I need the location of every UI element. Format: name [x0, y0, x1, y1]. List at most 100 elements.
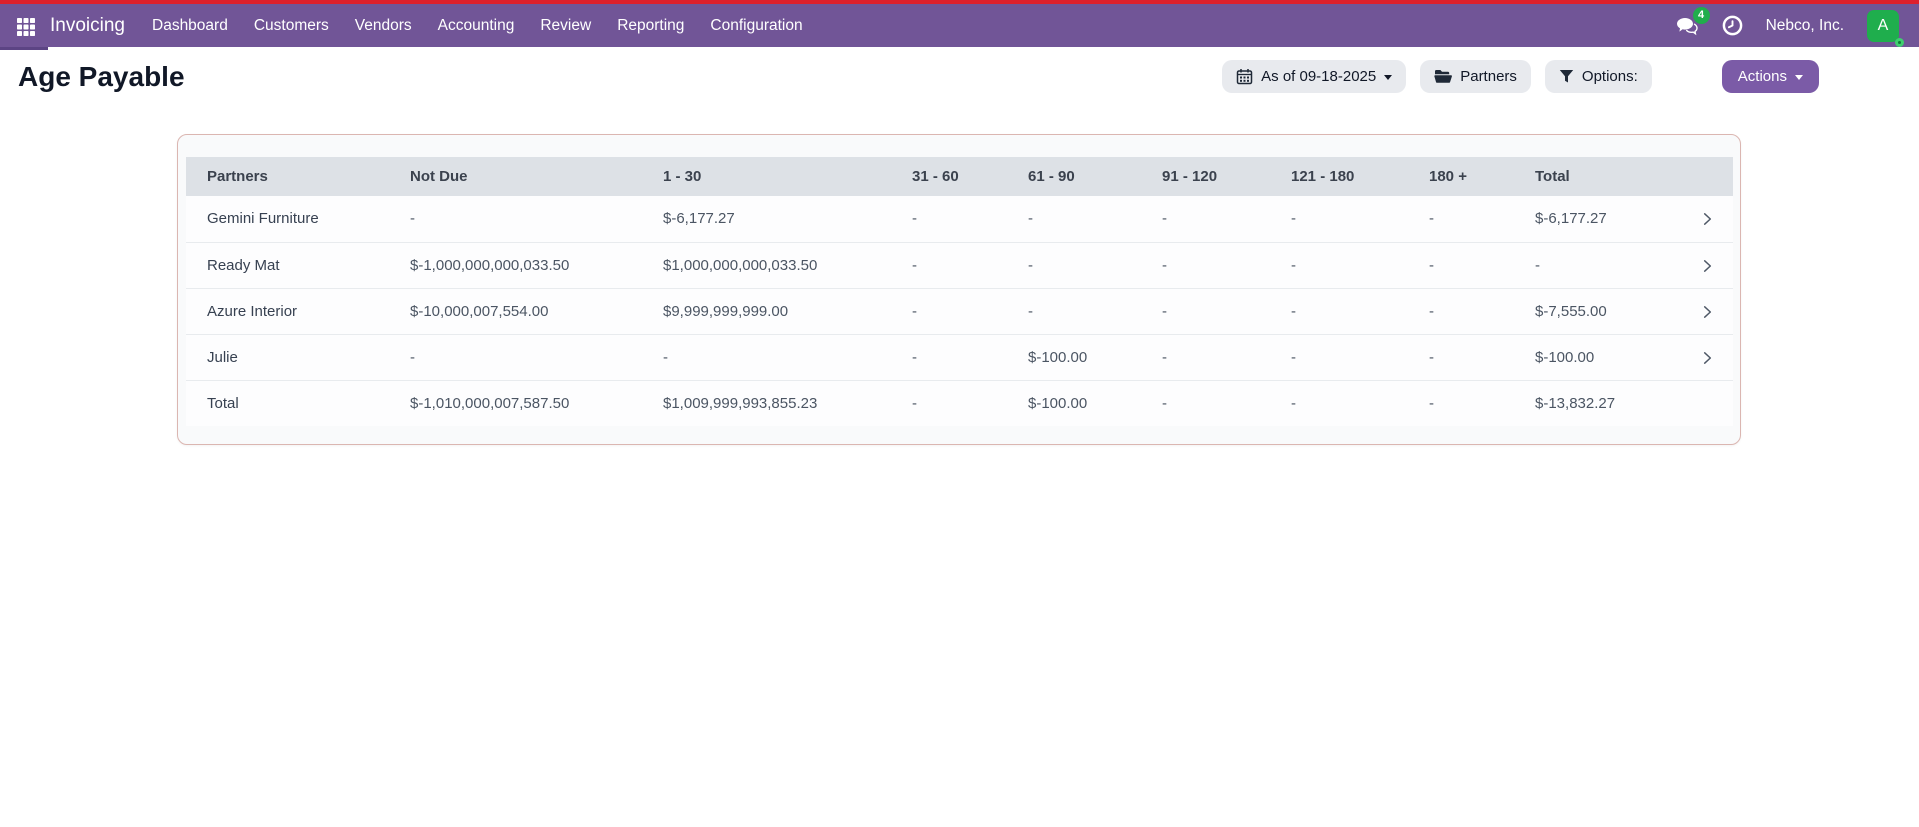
- navbar-right: 4 Nebco, Inc. A: [1675, 10, 1903, 42]
- page-content: Age Payable As of 09-18-2025: [0, 47, 1919, 445]
- chevron-right-icon[interactable]: [1700, 258, 1715, 274]
- nav-item-vendors[interactable]: Vendors: [342, 17, 425, 35]
- amount-cell: $-7,555.00: [1535, 288, 1700, 334]
- amount-cell: -: [912, 380, 1028, 426]
- row-expand-cell[interactable]: [1700, 196, 1733, 242]
- actions-button[interactable]: Actions: [1722, 60, 1819, 93]
- folder-icon: [1434, 69, 1452, 84]
- aged-payable-table-body: Gemini Furniture-$-6,177.27-----$-6,177.…: [186, 196, 1733, 426]
- partners-filter-button[interactable]: Partners: [1420, 60, 1531, 93]
- amount-cell: -: [912, 242, 1028, 288]
- amount-cell: $-100.00: [1535, 334, 1700, 380]
- caret-down-icon: [1795, 75, 1803, 80]
- table-row[interactable]: Ready Mat$-1,000,000,000,033.50$1,000,00…: [186, 242, 1733, 288]
- table-row[interactable]: Gemini Furniture-$-6,177.27-----$-6,177.…: [186, 196, 1733, 242]
- column-header-partners: Partners: [186, 157, 410, 196]
- activities-button[interactable]: [1722, 15, 1743, 36]
- user-avatar[interactable]: A: [1867, 10, 1899, 42]
- amount-cell: $-13,832.27: [1535, 380, 1700, 426]
- amount-cell: -: [410, 196, 663, 242]
- row-expand-cell[interactable]: [1700, 334, 1733, 380]
- row-expand-cell-empty: [1700, 380, 1733, 426]
- table-row[interactable]: Azure Interior$-10,000,007,554.00$9,999,…: [186, 288, 1733, 334]
- column-header-121-180: 121 - 180: [1291, 157, 1429, 196]
- apps-menu-button[interactable]: [16, 15, 40, 37]
- amount-cell: -: [1162, 196, 1291, 242]
- amount-cell: $-100.00: [1028, 380, 1162, 426]
- amount-cell: -: [1535, 242, 1700, 288]
- date-filter-label: As of 09-18-2025: [1261, 68, 1376, 85]
- amount-cell: -: [1291, 288, 1429, 334]
- amount-cell: $-1,000,000,000,033.50: [410, 242, 663, 288]
- table-row[interactable]: Julie---$-100.00---$-100.00: [186, 334, 1733, 380]
- aged-payable-table: Partners Not Due 1 - 30 31 - 60 61 - 90 …: [186, 157, 1733, 426]
- column-header-1-30: 1 - 30: [663, 157, 912, 196]
- table-row-total: Total$-1,010,000,007,587.50$1,009,999,99…: [186, 380, 1733, 426]
- options-button[interactable]: Options:: [1545, 60, 1652, 93]
- column-header-61-90: 61 - 90: [1028, 157, 1162, 196]
- column-header-180-plus: 180 +: [1429, 157, 1535, 196]
- messages-button[interactable]: 4: [1675, 16, 1699, 36]
- amount-cell: -: [1429, 380, 1535, 426]
- apps-grid-icon: [16, 17, 36, 37]
- nav-item-dashboard[interactable]: Dashboard: [139, 17, 241, 35]
- nav-item-customers[interactable]: Customers: [241, 17, 342, 35]
- amount-cell: -: [1291, 242, 1429, 288]
- chevron-right-icon[interactable]: [1700, 304, 1715, 320]
- column-header-31-60: 31 - 60: [912, 157, 1028, 196]
- amount-cell: $9,999,999,999.00: [663, 288, 912, 334]
- amount-cell: -: [912, 334, 1028, 380]
- report-controls: As of 09-18-2025 Partners Options:: [1222, 60, 1819, 93]
- amount-cell: -: [1162, 288, 1291, 334]
- app-name[interactable]: Invoicing: [50, 15, 125, 37]
- amount-cell: -: [1429, 196, 1535, 242]
- amount-cell: -: [1028, 196, 1162, 242]
- caret-down-icon: [1384, 75, 1392, 80]
- partner-name-cell: Total: [186, 380, 410, 426]
- partners-filter-label: Partners: [1460, 68, 1517, 85]
- navbar-left: Invoicing Dashboard Customers Vendors Ac…: [16, 15, 816, 37]
- amount-cell: -: [410, 334, 663, 380]
- nav-item-reporting[interactable]: Reporting: [604, 17, 697, 35]
- navbar-active-indicator: [0, 47, 48, 50]
- amount-cell: -: [1028, 242, 1162, 288]
- chevron-right-icon[interactable]: [1700, 211, 1715, 227]
- calendar-icon: [1236, 68, 1253, 85]
- page-header: Age Payable As of 09-18-2025: [0, 47, 1919, 93]
- amount-cell: -: [1291, 196, 1429, 242]
- amount-cell: $1,009,999,993,855.23: [663, 380, 912, 426]
- main-navbar: Invoicing Dashboard Customers Vendors Ac…: [0, 4, 1919, 47]
- partner-name-cell: Julie: [186, 334, 410, 380]
- clock-icon: [1722, 15, 1743, 36]
- aged-payable-card: Partners Not Due 1 - 30 31 - 60 61 - 90 …: [177, 134, 1741, 445]
- company-name[interactable]: Nebco, Inc.: [1766, 17, 1844, 35]
- amount-cell: -: [1162, 242, 1291, 288]
- row-expand-cell[interactable]: [1700, 288, 1733, 334]
- amount-cell: -: [1429, 334, 1535, 380]
- column-header-actions: [1700, 157, 1733, 196]
- column-header-total: Total: [1535, 157, 1700, 196]
- avatar-initial: A: [1878, 17, 1889, 35]
- amount-cell: -: [912, 288, 1028, 334]
- nav-item-accounting[interactable]: Accounting: [425, 17, 528, 35]
- messages-badge: 4: [1693, 7, 1710, 24]
- amount-cell: $-1,010,000,007,587.50: [410, 380, 663, 426]
- amount-cell: $1,000,000,000,033.50: [663, 242, 912, 288]
- online-status-dot: [1895, 38, 1904, 47]
- amount-cell: $-10,000,007,554.00: [410, 288, 663, 334]
- date-filter-button[interactable]: As of 09-18-2025: [1222, 60, 1406, 93]
- table-header-row: Partners Not Due 1 - 30 31 - 60 61 - 90 …: [186, 157, 1733, 196]
- page-title: Age Payable: [18, 61, 1222, 93]
- column-header-not-due: Not Due: [410, 157, 663, 196]
- partner-name-cell: Ready Mat: [186, 242, 410, 288]
- nav-item-review[interactable]: Review: [527, 17, 604, 35]
- chevron-right-icon[interactable]: [1700, 350, 1715, 366]
- partner-name-cell: Gemini Furniture: [186, 196, 410, 242]
- app-window: Invoicing Dashboard Customers Vendors Ac…: [0, 0, 1919, 827]
- nav-menu: Dashboard Customers Vendors Accounting R…: [139, 17, 816, 35]
- actions-label: Actions: [1738, 68, 1787, 85]
- options-label: Options:: [1582, 68, 1638, 85]
- row-expand-cell[interactable]: [1700, 242, 1733, 288]
- amount-cell: -: [663, 334, 912, 380]
- nav-item-configuration[interactable]: Configuration: [697, 17, 815, 35]
